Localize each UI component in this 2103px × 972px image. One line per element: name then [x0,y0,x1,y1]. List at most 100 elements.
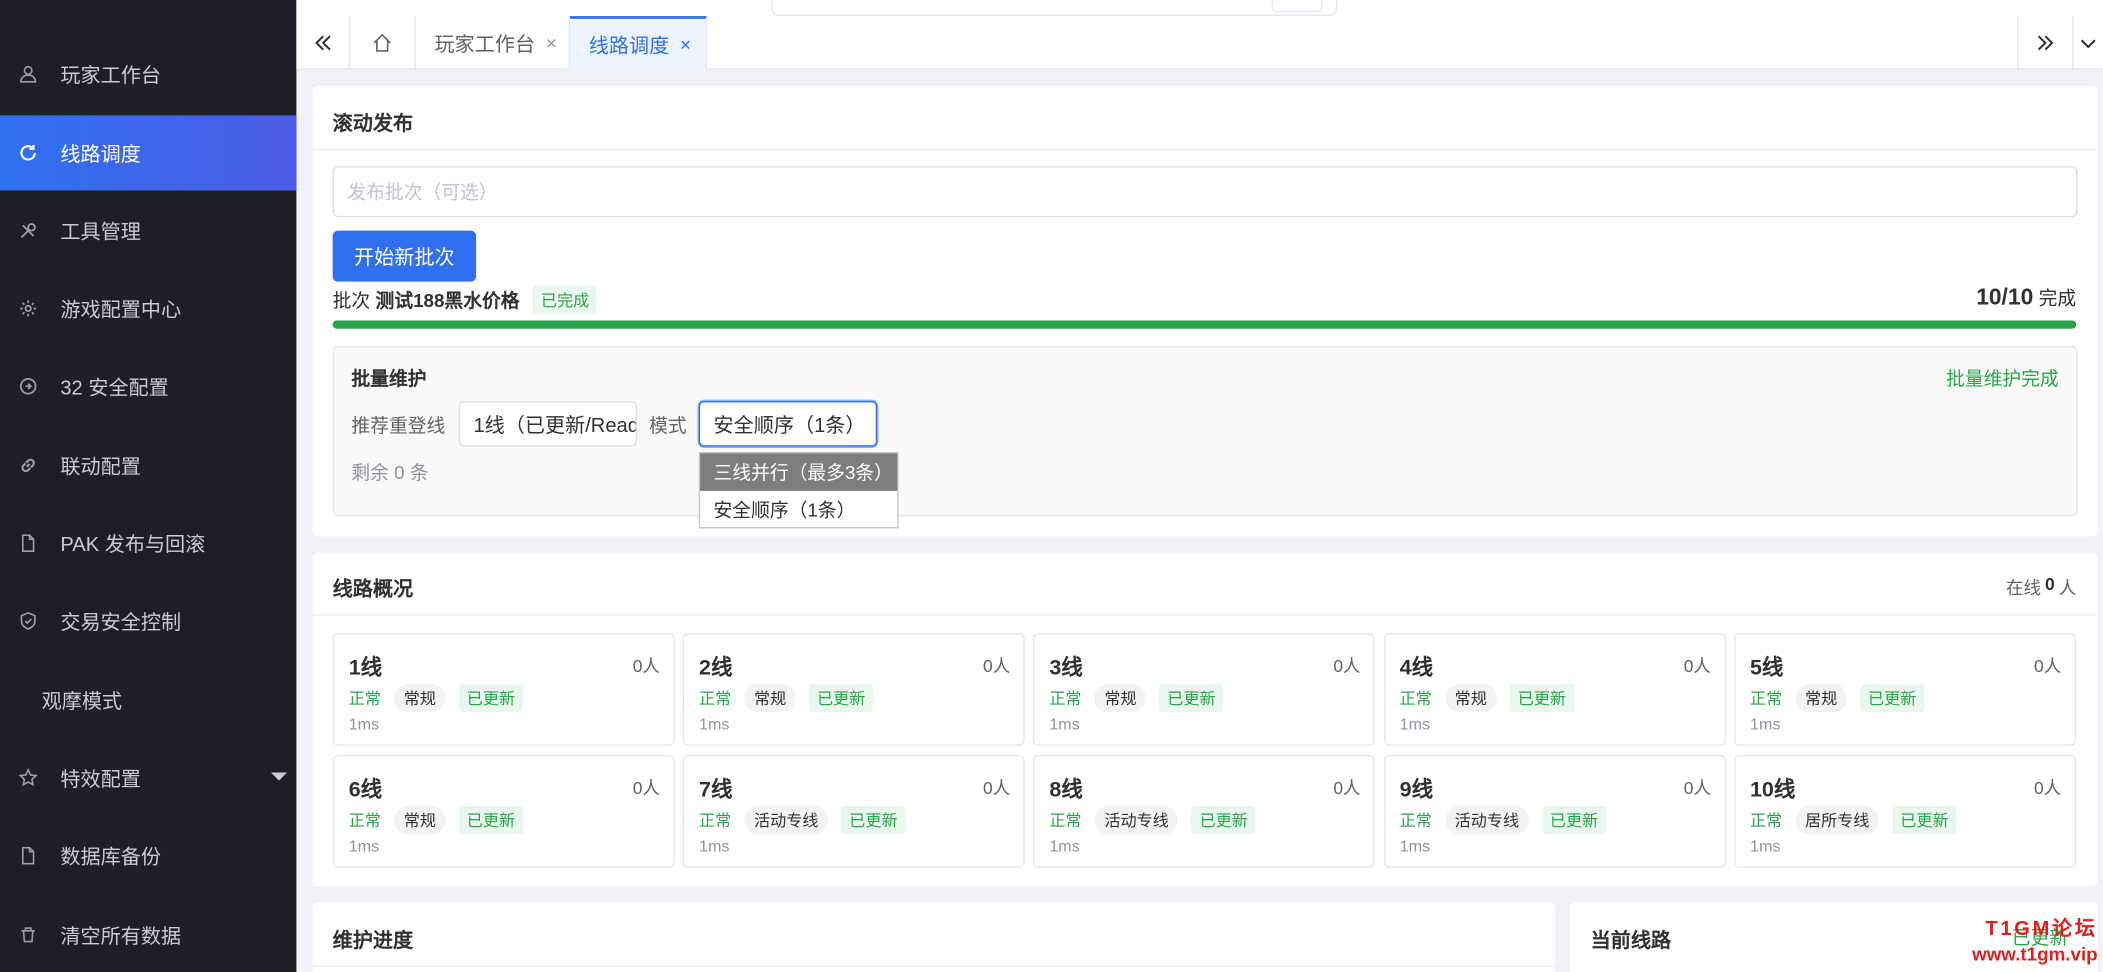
batch-maintenance-panel: 批量维护 批量维护完成 推荐重登线 1线（已更新/Ready） 模式 安全顺序（… [332,346,2078,529]
sidebar-item-pak-release[interactable]: PAK 发布与回滚 [0,506,296,581]
document-icon [19,846,38,865]
line-player-count: 0人 [1683,777,1711,799]
line-card[interactable]: 1线 0人 正常 常规 已更新 1ms [332,633,675,746]
close-icon[interactable]: × [546,32,557,53]
online-summary: 在线 0 人 [2006,574,2076,599]
tab-line-dispatch[interactable]: 线路调度 × [570,16,707,70]
close-icon[interactable]: × [680,34,691,55]
line-tags: 正常 活动专线 已更新 [1049,806,1256,835]
sidebar-item-observe-mode[interactable]: 观摩模式 [0,663,296,738]
user-icon [19,64,38,83]
global-search-input[interactable] [771,0,1338,17]
recommend-line-select[interactable]: 1线（已更新/Ready） [458,401,638,447]
double-chevron-right-icon [2037,35,2054,51]
line-status: 正常 [699,689,732,709]
line-update-badge: 已更新 [458,684,524,713]
sidebar-item-label: 联动配置 [60,455,141,479]
line-update-badge: 已更新 [1191,806,1256,835]
sidebar-item-label: 数据库备份 [60,845,161,869]
line-name: 1线 [348,657,383,680]
sidebar-item-player-workbench[interactable]: 玩家工作台 [0,36,296,111]
line-status: 正常 [1399,811,1432,831]
online-count: 0 [2044,574,2055,595]
line-card[interactable]: 5线 0人 正常 常规 已更新 1ms [1733,633,2076,746]
line-card[interactable]: 10线 0人 正常 居所专线 已更新 1ms [1733,755,2076,868]
document-icon [19,534,38,553]
line-card[interactable]: 7线 0人 正常 活动专线 已更新 1ms [682,755,1025,868]
app-root: 玩家工作台 线路调度 工具管理 游戏配置中心 32 安全配置 联动配置 PAK … [0,0,2103,972]
line-tags: 正常 常规 已更新 [349,806,524,835]
tab-player-workbench[interactable]: 玩家工作台 × [416,16,571,70]
line-type-badge: 常规 [394,684,446,713]
sidebar-item-db-backup[interactable]: 数据库备份 [0,818,296,893]
line-update-badge: 已更新 [1860,684,1925,713]
panel-title: 批量维护 [351,367,427,389]
line-card[interactable]: 2线 0人 正常 常规 已更新 1ms [682,633,1025,746]
progress-summary: 10/10 完成 [1976,284,2076,311]
sidebar-item-game-config[interactable]: 游戏配置中心 [0,271,296,346]
safety-icon [19,377,38,396]
sidebar-item-tool-management[interactable]: 工具管理 [0,193,296,268]
line-card[interactable]: 9线 0人 正常 活动专线 已更新 1ms [1383,755,1726,868]
line-card[interactable]: 6线 0人 正常 常规 已更新 1ms [332,755,675,868]
tools-icon [19,221,38,240]
sidebar-item-line-dispatch[interactable]: 线路调度 [0,115,297,191]
tab-label: 线路调度 [588,34,670,58]
double-chevron-left-icon [314,35,330,51]
collapse-left-button[interactable] [296,16,351,70]
online-suffix: 人 [2058,578,2077,599]
refresh-icon [19,144,38,163]
line-player-count: 0人 [2034,655,2062,676]
line-card[interactable]: 4线 0人 正常 常规 已更新 1ms [1383,633,1726,746]
sidebar-item-trade-security[interactable]: 交易安全控制 [0,583,296,658]
sidebar-item-clear-data[interactable]: 清空所有数据 [0,897,296,972]
line-status: 正常 [1399,689,1432,709]
line-card[interactable]: 8线 0人 正常 活动专线 已更新 1ms [1033,755,1376,868]
line-update-badge: 已更新 [809,684,874,713]
line-latency: 1ms [1049,714,1080,734]
line-type-badge: 常规 [744,684,796,713]
line-player-count: 0人 [1333,777,1361,799]
scroll-tabs-right-button[interactable] [2017,16,2074,70]
line-player-count: 0人 [983,777,1011,799]
line-latency: 1ms [1749,714,1781,734]
card-title: 维护进度 [332,929,414,953]
line-update-badge: 已更新 [458,806,524,835]
line-type-badge: 常规 [1795,684,1847,713]
line-tags: 正常 常规 已更新 [349,684,524,713]
line-tags: 正常 常规 已更新 [1399,684,1575,713]
line-tags: 正常 常规 已更新 [699,684,874,713]
sidebar-item-label: 交易安全控制 [60,610,182,634]
line-name: 9线 [1399,779,1434,803]
sidebar-item-linkage-config[interactable]: 联动配置 [0,428,296,503]
sidebar-item-security-config[interactable]: 32 安全配置 [0,349,296,424]
batch-input[interactable] [332,166,2078,218]
mode-select[interactable]: 安全顺序（1条） [698,401,878,447]
watermark: T1GM论坛 www.t1gm.vip [1972,916,2098,967]
mode-option[interactable]: 安全顺序（1条） [700,491,897,529]
line-update-badge: 已更新 [1509,684,1575,713]
line-player-count: 0人 [983,655,1011,676]
line-player-count: 0人 [632,777,660,799]
progress-bar [332,320,2077,329]
line-name: 8线 [1049,779,1083,803]
line-type-badge: 居所专线 [1795,806,1879,835]
progress-fill [332,320,2077,329]
shortcut-hint [1271,0,1323,13]
chevron-down-icon[interactable] [270,772,288,781]
shield-icon [19,612,38,631]
tabs-menu-button[interactable] [2073,16,2103,70]
home-tab[interactable] [350,16,416,70]
line-tags: 正常 活动专线 已更新 [699,806,906,835]
line-overview-card: 线路概况 在线 0 人 1线 0人 正常 常规 已更新 1ms 2线 0人 正常 常规 已更新 1ms… [312,552,2098,887]
divider [312,148,2098,151]
batch-info: 批次 测试188黑水价格 已完成 [333,285,598,314]
line-type-badge: 常规 [1094,684,1146,713]
line-card[interactable]: 3线 0人 正常 常规 已更新 1ms [1033,633,1376,746]
trash-icon [19,925,38,944]
line-name: 4线 [1399,657,1434,680]
sidebar-item-effects-config[interactable]: 特效配置 [0,740,296,815]
mode-option[interactable]: 三线并行（最多3条） [700,453,898,491]
start-batch-button[interactable]: 开始新批次 [332,230,477,282]
line-status: 正常 [699,811,732,831]
